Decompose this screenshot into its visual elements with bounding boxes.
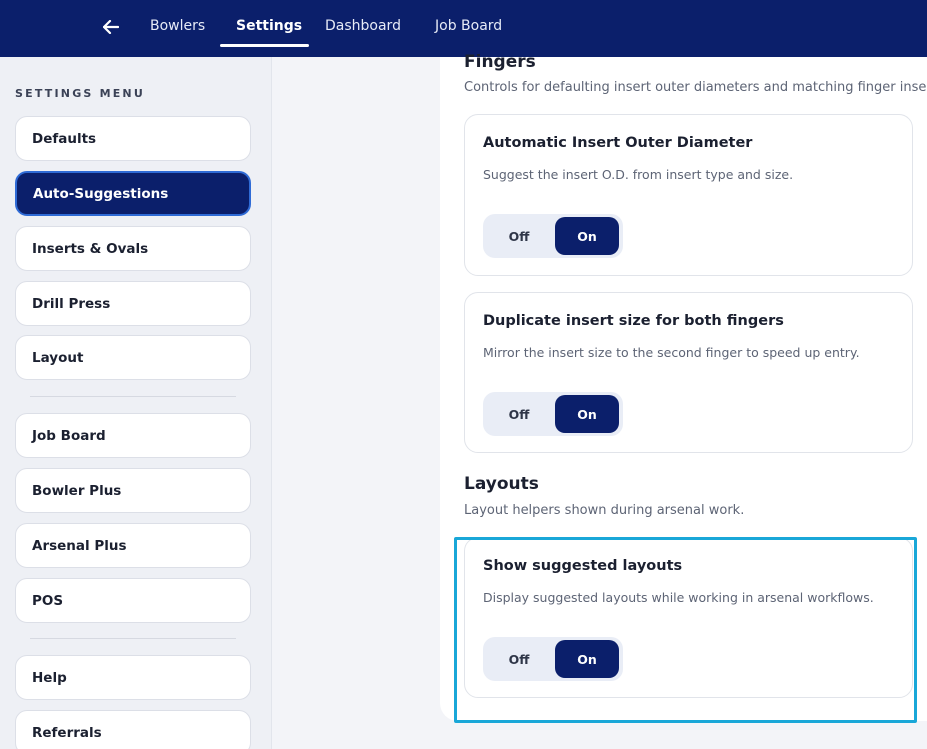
tab-dashboard[interactable]: Dashboard xyxy=(325,0,401,48)
sidebar-item-auto-suggestions[interactable]: Auto-Suggestions xyxy=(15,171,251,216)
setting-card-auto-insert-od: Automatic Insert Outer Diameter Suggest … xyxy=(464,114,913,276)
sidebar-item-bowler-plus[interactable]: Bowler Plus xyxy=(15,468,251,513)
setting-title: Automatic Insert Outer Diameter xyxy=(483,135,753,151)
setting-description: Display suggested layouts while working … xyxy=(483,590,874,605)
sidebar-item-layout[interactable]: Layout xyxy=(15,335,251,380)
setting-description: Suggest the insert O.D. from insert type… xyxy=(483,167,794,182)
tab-bowlers[interactable]: Bowlers xyxy=(150,0,205,48)
arrow-left-icon xyxy=(103,20,119,34)
active-tab-indicator xyxy=(220,44,309,47)
section-description-layouts: Layout helpers shown during arsenal work… xyxy=(464,503,745,518)
tab-settings[interactable]: Settings xyxy=(236,0,302,48)
tab-job-board[interactable]: Job Board xyxy=(435,0,502,48)
sidebar-item-defaults[interactable]: Defaults xyxy=(15,116,251,161)
setting-card-duplicate-insert-size: Duplicate insert size for both fingers M… xyxy=(464,292,913,453)
on-off-toggle: Off On xyxy=(483,214,623,258)
sidebar-divider xyxy=(30,638,236,639)
setting-title: Show suggested layouts xyxy=(483,558,683,574)
toggle-on-option[interactable]: On xyxy=(555,640,619,678)
toggle-off-option[interactable]: Off xyxy=(487,217,551,255)
section-title-fingers: Fingers xyxy=(464,52,536,72)
section-title-layouts: Layouts xyxy=(464,474,539,494)
on-off-toggle: Off On xyxy=(483,637,623,681)
toggle-on-option[interactable]: On xyxy=(555,217,619,255)
sidebar-item-arsenal-plus[interactable]: Arsenal Plus xyxy=(15,523,251,568)
setting-description: Mirror the insert size to the second fin… xyxy=(483,345,860,360)
sidebar-item-job-board[interactable]: Job Board xyxy=(15,413,251,458)
back-button[interactable] xyxy=(100,14,122,40)
settings-sidebar: SETTINGS MENU Defaults Auto-Suggestions … xyxy=(0,57,272,749)
toggle-on-option[interactable]: On xyxy=(555,395,619,433)
setting-title: Duplicate insert size for both fingers xyxy=(483,313,784,329)
toggle-off-option[interactable]: Off xyxy=(487,640,551,678)
sidebar-item-inserts-ovals[interactable]: Inserts & Ovals xyxy=(15,226,251,271)
sidebar-item-drill-press[interactable]: Drill Press xyxy=(15,281,251,326)
top-nav-bar: Bowlers Settings Dashboard Job Board xyxy=(0,0,927,57)
sidebar-divider xyxy=(30,396,236,397)
sidebar-item-pos[interactable]: POS xyxy=(15,578,251,623)
sidebar-item-help[interactable]: Help xyxy=(15,655,251,700)
setting-card-show-suggested-layouts: Show suggested layouts Display suggested… xyxy=(464,537,913,698)
settings-menu-heading: SETTINGS MENU xyxy=(15,87,145,100)
on-off-toggle: Off On xyxy=(483,392,623,436)
section-description-fingers: Controls for defaulting insert outer dia… xyxy=(464,80,927,95)
sidebar-item-referrals[interactable]: Referrals xyxy=(15,710,251,749)
toggle-off-option[interactable]: Off xyxy=(487,395,551,433)
